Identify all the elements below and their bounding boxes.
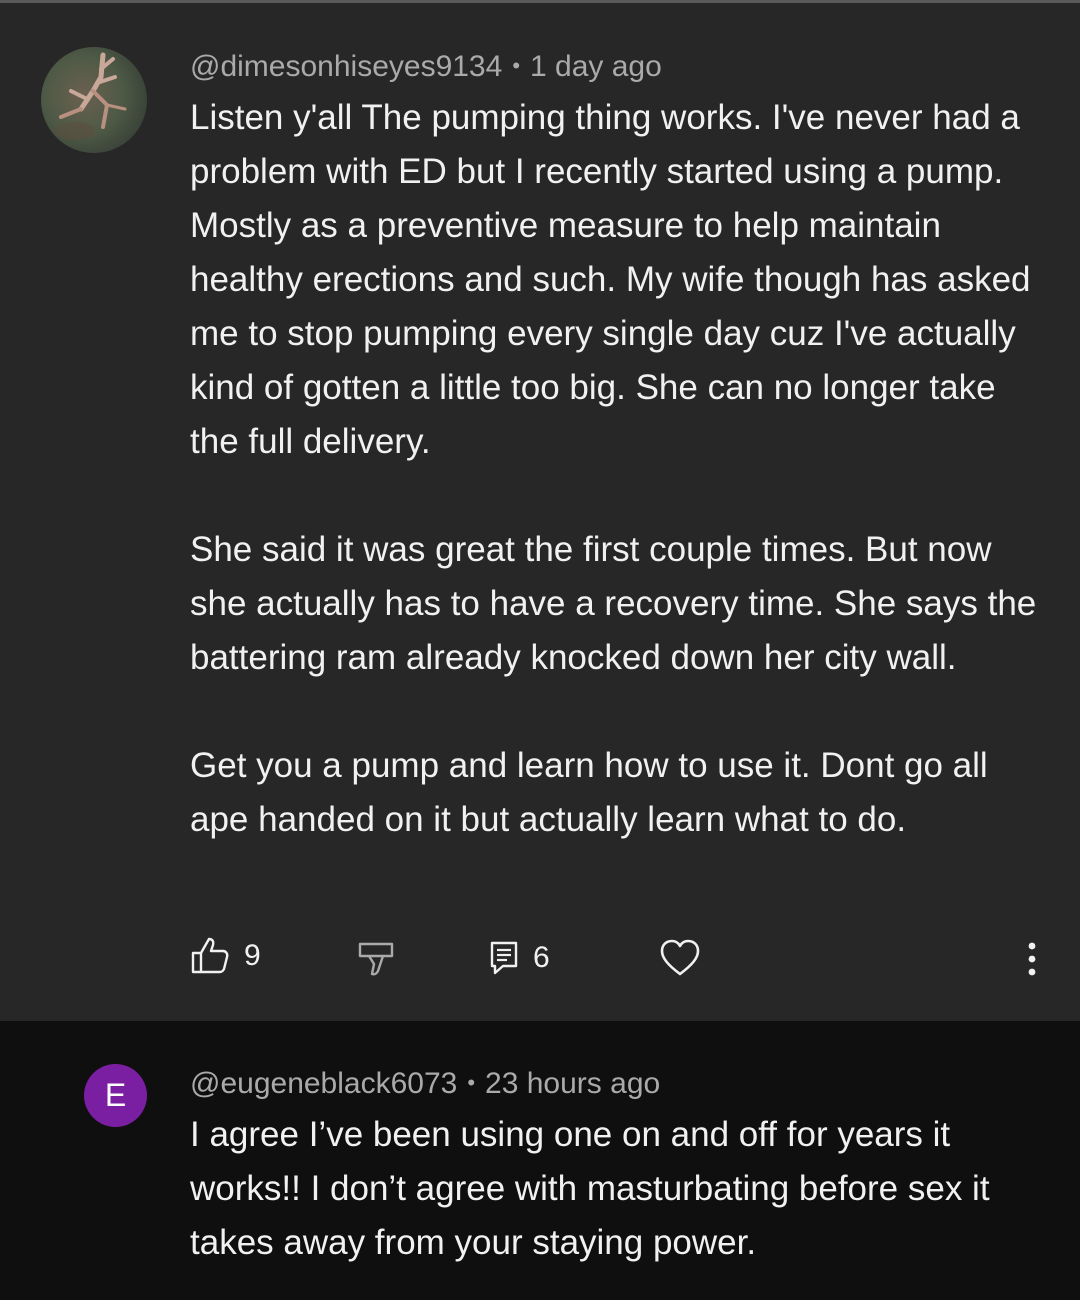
comment-paragraph: Get you a pump and learn how to use it. …: [190, 746, 988, 839]
separator-dot: •: [467, 1070, 476, 1095]
comment-timestamp[interactable]: 1 day ago: [530, 50, 662, 83]
reply-button[interactable]: 6: [489, 940, 550, 976]
dislike-button[interactable]: [356, 940, 400, 980]
comment-author[interactable]: @dimesonhiseyes9134: [190, 50, 502, 83]
user-avatar[interactable]: E: [84, 1064, 147, 1127]
comment-paragraph: She said it was great the first couple t…: [190, 530, 1037, 677]
comment-timestamp[interactable]: 23 hours ago: [485, 1067, 660, 1100]
reply-icon: [490, 941, 518, 975]
comment-body: I agree I’ve been using one on and off f…: [190, 1108, 1050, 1270]
thumbs-down-icon: [358, 942, 394, 976]
more-vert-icon: [1028, 942, 1036, 976]
more-options-button[interactable]: [1022, 940, 1042, 980]
comment-paragraph: I agree I’ve been using one on and off f…: [190, 1115, 990, 1262]
comment-body: Listen y'all The pumping thing works. I'…: [190, 91, 1050, 847]
user-avatar[interactable]: [41, 47, 147, 153]
antler-photo-icon: [55, 52, 127, 140]
comment-meta: @dimesonhiseyes9134 • 1 day ago: [190, 48, 662, 85]
like-count: 9: [244, 939, 261, 972]
heart-icon: [660, 939, 700, 976]
heart-button[interactable]: [660, 939, 700, 977]
like-button[interactable]: 9: [190, 936, 261, 976]
comment-meta: @eugeneblack6073 • 23 hours ago: [190, 1065, 660, 1102]
comment-paragraph: Listen y'all The pumping thing works. I'…: [190, 98, 1031, 461]
reply-count: 6: [533, 941, 550, 974]
separator-dot: •: [512, 53, 521, 78]
thumbs-up-icon: [191, 937, 229, 974]
comment-author[interactable]: @eugeneblack6073: [190, 1067, 457, 1100]
